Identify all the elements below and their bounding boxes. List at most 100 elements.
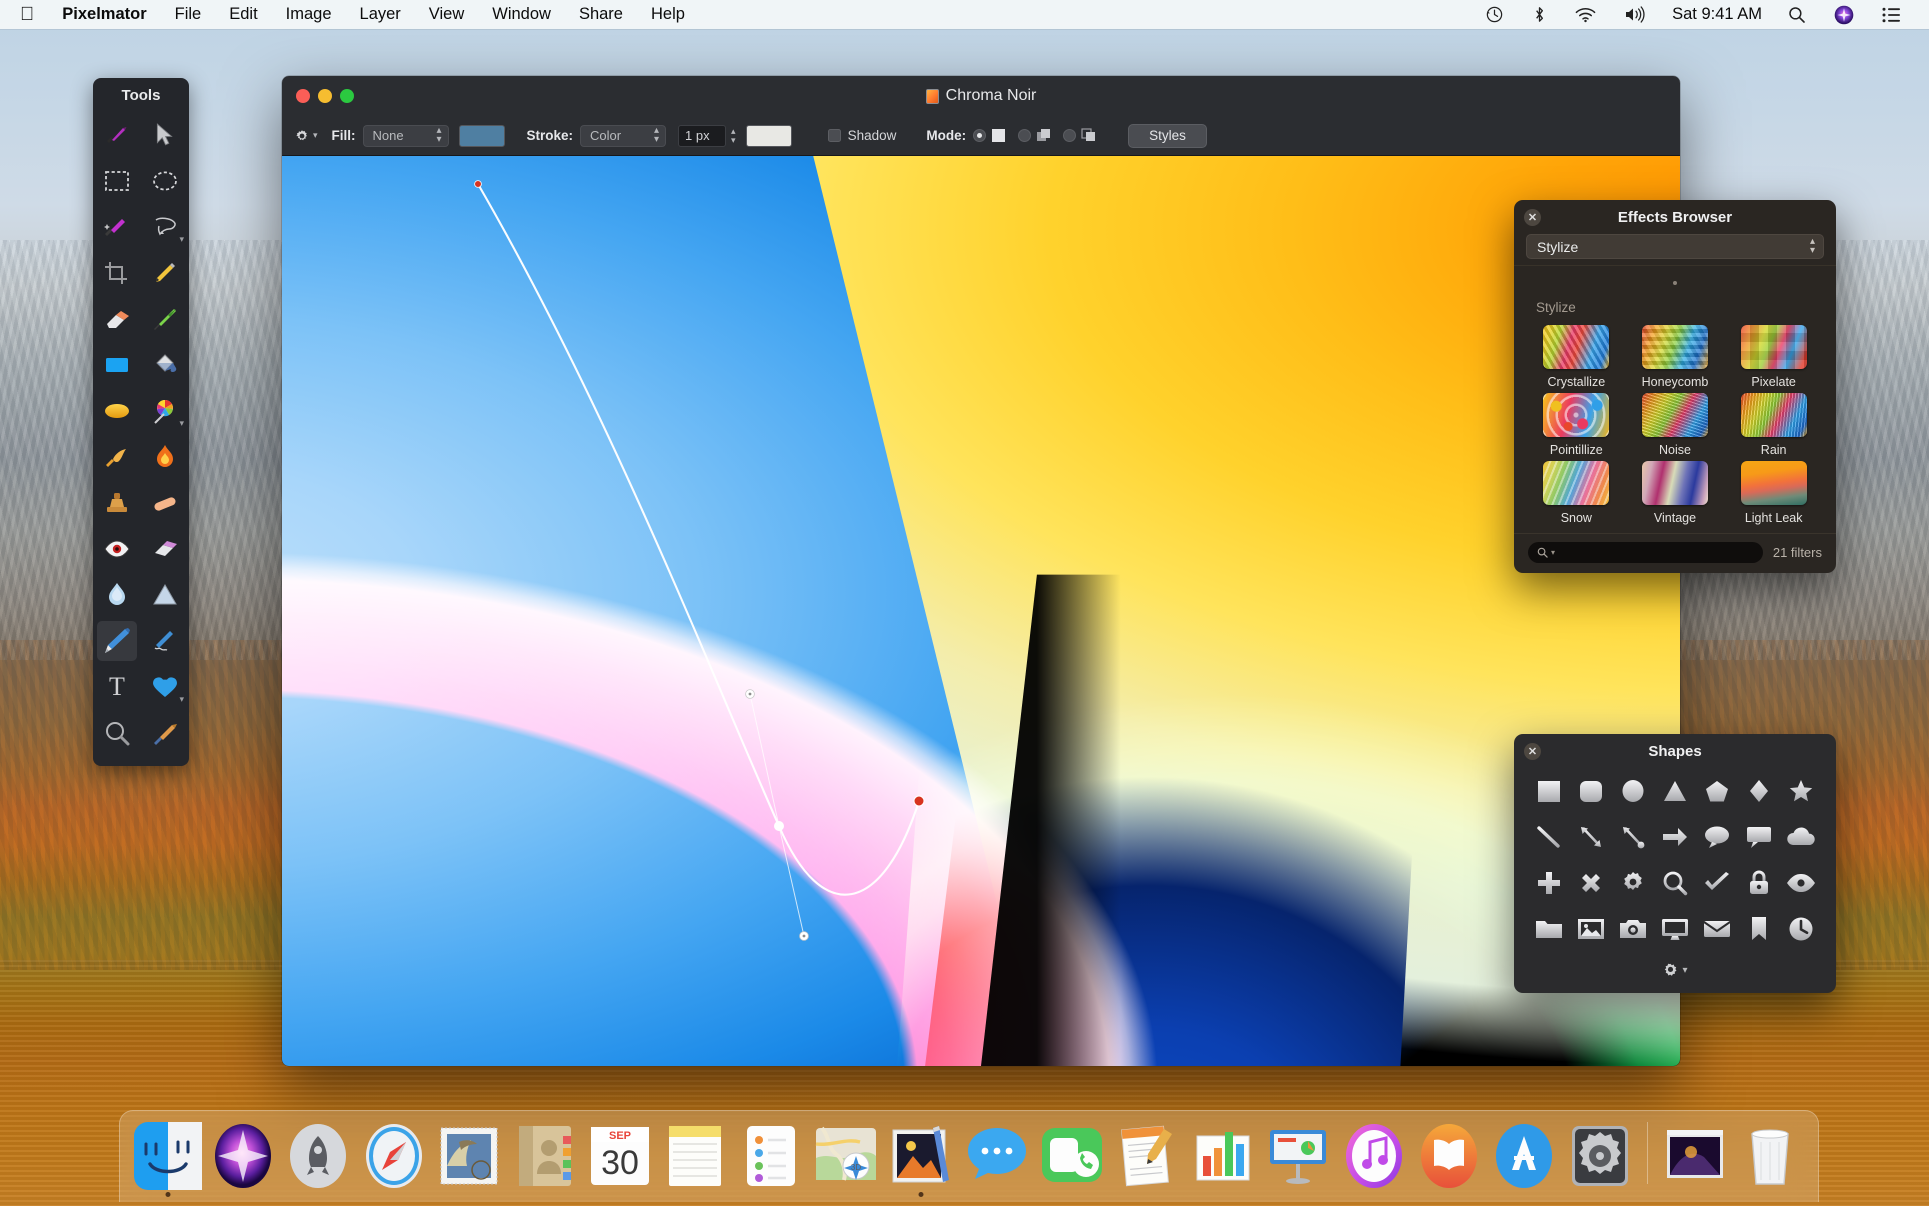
tool-clone-stamp[interactable] [93,480,141,526]
tool-sharpen[interactable] [141,572,189,618]
dock-item-itunes[interactable] [1336,1114,1411,1198]
tool-fill-color[interactable] [93,342,141,388]
shape-plus[interactable] [1528,866,1570,900]
dock-item-mail[interactable] [432,1114,507,1198]
shape-circle[interactable] [1612,774,1654,808]
shape-magnifier[interactable] [1654,866,1696,900]
shape-envelope[interactable] [1696,912,1738,946]
dock-item-photos[interactable] [884,1114,959,1198]
tool-rectangular-marquee[interactable] [93,158,141,204]
tool-pen[interactable] [93,618,141,664]
wifi-icon[interactable] [1561,7,1610,23]
menu-item-image[interactable]: Image [272,0,346,29]
dock-item-safari[interactable] [356,1114,431,1198]
menu-item-edit[interactable]: Edit [215,0,271,29]
effects-panel-resize-handle[interactable] [1514,265,1836,294]
window-title-bar[interactable]: Chroma Noir [282,76,1680,116]
tool-color-wheel[interactable]: ▾ [141,388,189,434]
shape-square[interactable] [1528,774,1570,808]
stroke-popup-button[interactable]: Color ▴ ▾ [580,124,667,147]
shape-diamond[interactable] [1738,774,1780,808]
effects-search-field[interactable]: ▾ [1528,542,1763,563]
mode-option-subtract[interactable] [1063,128,1102,143]
shape-eye[interactable] [1780,866,1822,900]
shape-arrow[interactable] [1654,820,1696,854]
styles-button[interactable]: Styles [1128,123,1207,148]
tool-elliptical-marquee[interactable] [141,158,189,204]
menu-item-file[interactable]: File [161,0,216,29]
close-icon[interactable]: ✕ [1524,743,1541,760]
shape-cloud[interactable] [1780,820,1822,854]
shape-photo[interactable] [1570,912,1612,946]
tool-burn[interactable] [141,434,189,480]
dock-item-messages[interactable] [959,1114,1034,1198]
effect-item-crystallize[interactable]: Crystallize [1528,325,1625,389]
tool-eraser-block[interactable] [141,526,189,572]
dock-item-reminders[interactable] [733,1114,808,1198]
dock-item-maps[interactable]: 3D [808,1114,883,1198]
shape-checkmark[interactable] [1696,866,1738,900]
dock-item-contacts[interactable] [507,1114,582,1198]
mode-radio-subtract[interactable] [1063,129,1077,142]
effect-item-noise[interactable]: Noise [1627,393,1724,457]
zoom-button[interactable] [340,89,354,103]
shadow-checkbox-group[interactable]: Shadow [827,128,896,143]
bezier-path-overlay[interactable] [282,156,1680,1066]
shape-display[interactable] [1654,912,1696,946]
tool-brush[interactable] [141,296,189,342]
shape-bookmark[interactable] [1738,912,1780,946]
close-button[interactable] [296,89,310,103]
shadow-checkbox[interactable] [827,129,841,142]
bezier-path-stroke[interactable] [477,183,920,896]
tool-pencil[interactable] [141,250,189,296]
mode-option-new[interactable] [973,128,1012,143]
settings-gear-icon[interactable] [1662,962,1679,979]
tool-paint-bucket[interactable] [141,342,189,388]
tool-shapes[interactable]: ▾ [141,664,189,710]
chevron-down-icon[interactable]: ▾ [1551,548,1555,557]
shape-star[interactable] [1780,774,1822,808]
tool-healing[interactable] [141,480,189,526]
anchor-point-start[interactable] [474,180,482,188]
search-input[interactable] [1558,545,1754,560]
dock-item-ibooks[interactable] [1411,1114,1486,1198]
apple-logo-icon[interactable]:  [16,2,48,28]
time-machine-icon[interactable] [1471,5,1518,24]
dock-item-siri[interactable] [205,1114,280,1198]
tool-gradient[interactable] [93,388,141,434]
mode-radio-new[interactable] [973,129,987,142]
menu-item-help[interactable]: Help [637,0,699,29]
tool-paint-selection[interactable] [93,112,141,158]
stroke-width-field[interactable]: 1 px [678,124,727,147]
dock-item-numbers[interactable] [1185,1114,1260,1198]
dock-item-keynote[interactable] [1261,1114,1336,1198]
dock-item-pages[interactable] [1110,1114,1185,1198]
tool-text[interactable]: T [93,664,141,710]
effect-item-honeycomb[interactable]: Honeycomb [1627,325,1724,389]
dock-item-system-preferences[interactable] [1562,1114,1637,1198]
shape-lock[interactable] [1738,866,1780,900]
dock-item-app-store[interactable] [1487,1114,1562,1198]
dock-item-finder[interactable] [130,1114,205,1198]
effects-category-select[interactable]: Stylize ▴ ▾ [1526,234,1824,259]
shapes-panel-footer[interactable]: ▾ [1514,950,1836,993]
effect-item-rain[interactable]: Rain [1725,393,1822,457]
tool-red-eye[interactable] [93,526,141,572]
shape-line[interactable] [1528,820,1570,854]
effect-item-pointillize[interactable]: Pointillize [1528,393,1625,457]
tool-move[interactable] [141,112,189,158]
dock-item-notes[interactable] [658,1114,733,1198]
minimize-button[interactable] [318,89,332,103]
toolbar-settings-gear[interactable]: ▾ [294,128,318,144]
tool-zoom[interactable] [93,710,141,756]
dock-item-facetime[interactable] [1035,1114,1110,1198]
dock-item-calendar[interactable]: SEP 30 [582,1114,657,1198]
tool-crop[interactable] [93,250,141,296]
shape-clock[interactable] [1780,912,1822,946]
dock-item-launchpad[interactable] [281,1114,356,1198]
notification-center-icon[interactable] [1868,7,1915,23]
effect-item-light-leak[interactable]: Light Leak [1725,461,1822,525]
siri-icon[interactable] [1820,5,1868,25]
mode-radio-combine[interactable] [1018,129,1032,142]
fill-popup-button[interactable]: None ▴ ▾ [362,124,449,147]
